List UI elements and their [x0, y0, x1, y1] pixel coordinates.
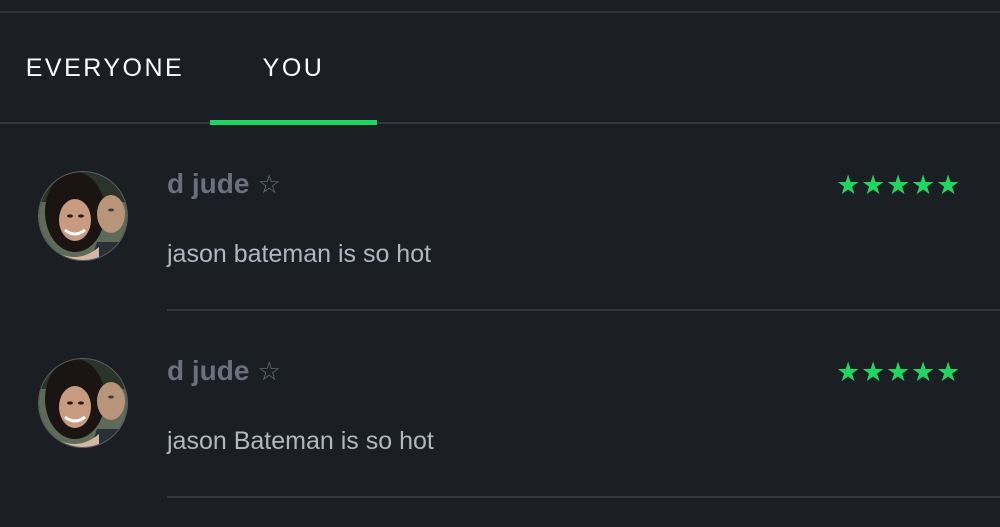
star-rating: ★ ★ ★ ★ ★: [836, 359, 960, 386]
review-author-name: d jude: [167, 355, 250, 386]
review-author[interactable]: d jude ☆: [167, 164, 281, 204]
star-filled-icon: ★: [861, 170, 886, 200]
tab-bar: EVERYONE YOU: [0, 13, 1000, 123]
outline-star-icon: ☆: [257, 356, 281, 386]
tab-you-label: YOU: [262, 53, 325, 82]
star-filled-icon: ★: [911, 357, 936, 387]
star-filled-icon: ★: [936, 357, 961, 387]
star-filled-icon: ★: [861, 357, 886, 387]
star-filled-icon: ★: [886, 170, 911, 200]
review-item: d jude ☆ ★ ★ ★ ★ ★ jason Bateman is so h…: [0, 311, 1000, 498]
tab-everyone-label: EVERYONE: [25, 53, 185, 82]
avatar[interactable]: [38, 358, 128, 448]
star-filled-icon: ★: [911, 170, 936, 200]
reviews-screen: EVERYONE YOU d jude ☆ ★ ★ ★ ★ ★ jason ba…: [0, 0, 1000, 527]
tab-everyone[interactable]: EVERYONE: [0, 13, 210, 123]
star-filled-icon: ★: [836, 170, 861, 200]
star-filled-icon: ★: [936, 170, 961, 200]
review-author[interactable]: d jude ☆: [167, 351, 281, 391]
avatar[interactable]: [38, 171, 128, 261]
star-filled-icon: ★: [836, 357, 861, 387]
tab-you[interactable]: YOU: [210, 13, 377, 123]
review-author-name: d jude: [167, 168, 250, 199]
avatar-photo-image: [39, 359, 127, 447]
review-text: jason bateman is so hot: [167, 240, 432, 268]
outline-star-icon: ☆: [257, 169, 281, 199]
star-filled-icon: ★: [886, 357, 911, 387]
star-rating: ★ ★ ★ ★ ★: [836, 172, 960, 199]
review-text: jason Bateman is so hot: [167, 427, 434, 455]
review-item: d jude ☆ ★ ★ ★ ★ ★ jason bateman is so h…: [0, 124, 1000, 311]
review-divider: [167, 496, 1000, 498]
avatar-photo-image: [39, 172, 127, 260]
